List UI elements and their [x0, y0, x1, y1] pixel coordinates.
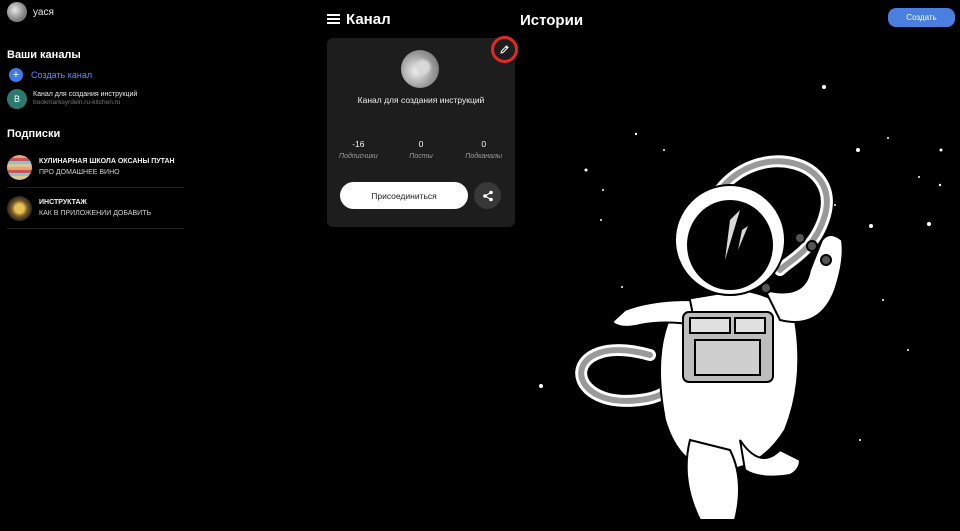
share-button[interactable] [474, 182, 501, 209]
stat-label: Подписчики [339, 153, 378, 160]
stat-label: Посты [409, 153, 433, 160]
channel-title: Канал для создания инструкций [33, 91, 138, 99]
stat-value: 0 [481, 139, 487, 149]
stories-title: Истории [520, 12, 584, 29]
avatar [7, 2, 27, 22]
stat-subchannels[interactable]: 0 Подканалы [452, 139, 515, 160]
user-profile[interactable]: уася [7, 2, 54, 22]
stat-subscribers[interactable]: -16 Подписчики [327, 139, 390, 160]
channel-avatar[interactable] [401, 50, 439, 88]
stat-label: Подканалы [465, 153, 503, 160]
edit-channel-button[interactable] [491, 36, 518, 63]
share-icon [482, 190, 493, 201]
channel-avatar: B [7, 89, 27, 109]
subscription-text: КУЛИНАРНАЯ ШКОЛА ОКСАНЫ ПУТАН ПРО ДОМАШН… [39, 157, 175, 177]
subscription-text: ИНСТРУКТАЖ КАК В ПРИЛОЖЕНИИ ДОБАВИТЬ [39, 198, 151, 218]
channel-stats: -16 Подписчики 0 Посты 0 Подканалы [327, 139, 515, 160]
stat-value: 0 [418, 139, 424, 149]
hamburger-icon[interactable] [327, 14, 340, 24]
page-title: Канал [346, 11, 391, 28]
subscription-title: КУЛИНАРНАЯ ШКОЛА ОКСАНЫ ПУТАН [39, 158, 175, 166]
subscription-avatar [7, 155, 32, 180]
subscription-item[interactable]: КУЛИНАРНАЯ ШКОЛА ОКСАНЫ ПУТАН ПРО ДОМАШН… [7, 148, 184, 188]
subscription-subtitle: КАК В ПРИЛОЖЕНИИ ДОБАВИТЬ [39, 209, 152, 217]
pencil-icon [500, 45, 509, 54]
sidebar-item-my-channel[interactable]: B Канал для создания инструкций bookmark… [7, 89, 137, 109]
create-channel-label: Создать канал [31, 70, 93, 80]
subscription-subtitle: ПРО ДОМАШНЕЕ ВИНО [39, 168, 120, 176]
subscription-avatar [7, 196, 32, 221]
my-channels-title: Ваши каналы [7, 49, 81, 61]
subscriptions-title: Подписки [7, 128, 61, 140]
plus-icon: + [9, 68, 23, 82]
channel-name: Канал для создания инструкций [357, 95, 485, 105]
channel-card: Канал для создания инструкций -16 Подпис… [327, 38, 515, 227]
stat-value: -16 [352, 139, 365, 149]
subscription-title: ИНСТРУКТАЖ [39, 199, 87, 207]
create-button[interactable]: Создать [888, 8, 955, 27]
channel-subtitle: bookmarksyrdeln.ru-kitchen.ru [33, 99, 121, 107]
join-button[interactable]: Присоединиться [340, 182, 468, 209]
stat-posts[interactable]: 0 Посты [390, 139, 453, 160]
create-channel-button[interactable]: + Создать канал [9, 68, 92, 82]
sidebar: уася Ваши каналы + Создать канал B Канал… [0, 0, 190, 531]
user-name: уася [33, 6, 54, 18]
channel-text: Канал для создания инструкций bookmarksy… [33, 90, 137, 108]
subscription-item[interactable]: ИНСТРУКТАЖ КАК В ПРИЛОЖЕНИИ ДОБАВИТЬ [7, 189, 184, 229]
